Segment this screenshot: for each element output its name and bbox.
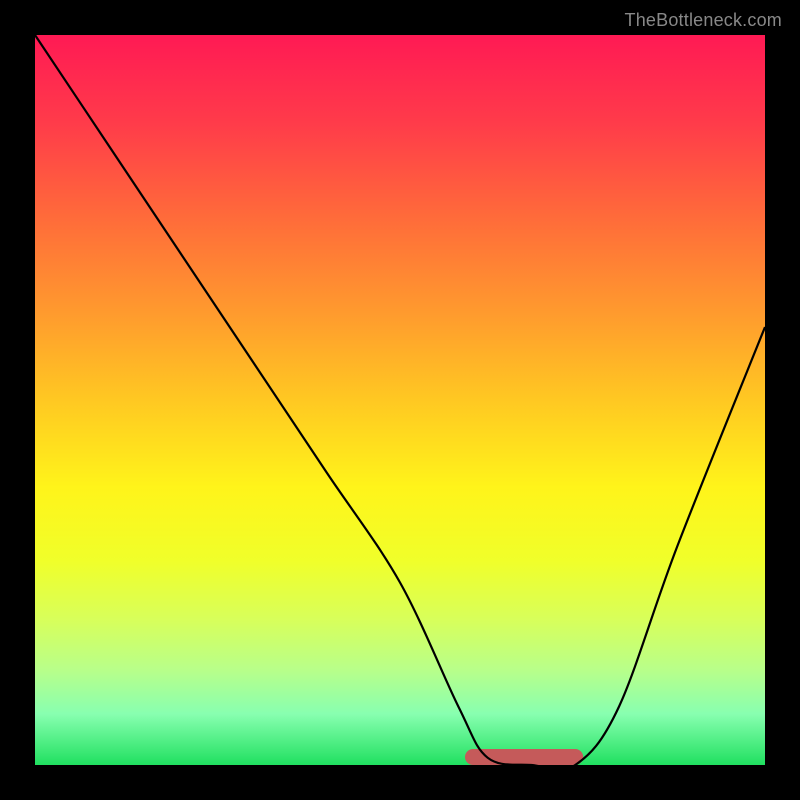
chart-frame: TheBottleneck.com — [0, 0, 800, 800]
watermark: TheBottleneck.com — [625, 10, 782, 31]
plot-area — [35, 35, 765, 765]
bottleneck-curve — [35, 35, 765, 765]
curve-layer — [35, 35, 765, 765]
